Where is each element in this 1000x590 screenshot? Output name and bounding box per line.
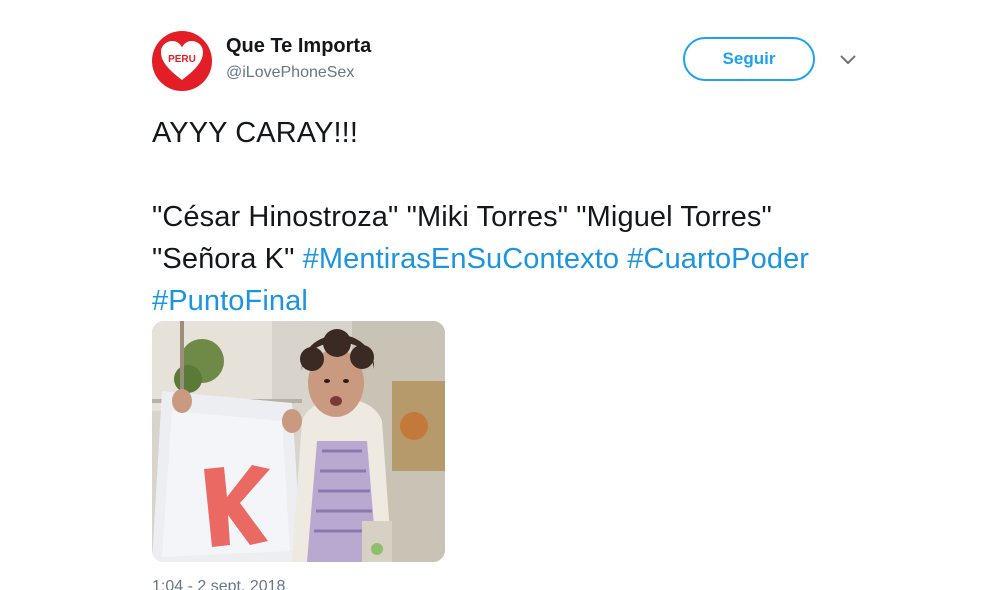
media-illustration [152,321,445,562]
chevron-down-icon [840,55,856,64]
hashtag-punto-final[interactable]: #PuntoFinal [152,285,308,317]
tweet-text: AYYY CARAY!!! "César Hinostroza" "Miki T… [152,112,852,322]
hashtag-mentiras[interactable]: #MentirasEnSuContexto [303,243,619,275]
display-name[interactable]: Que Te Importa [226,35,371,58]
avatar-text: PERU [168,54,196,65]
heart-icon: PERU [161,41,203,80]
avatar[interactable]: PERU [152,31,212,91]
tweet-media-image[interactable] [152,321,445,562]
tweet-card: PERU Que Te Importa @iLovePhoneSex Segui… [0,0,1000,590]
tweet-line-1: AYYY CARAY!!! [152,117,358,149]
more-options-button[interactable] [836,50,860,70]
hashtag-cuarto-poder[interactable]: #CuartoPoder [627,243,809,275]
follow-button[interactable]: Seguir [683,37,815,81]
tweet-timestamp[interactable]: 1:04 - 2 sept. 2018 [152,578,285,590]
user-handle[interactable]: @iLovePhoneSex [226,64,354,82]
tweet-line-2: "César Hinostroza" "Miki Torres" "Miguel… [152,196,852,322]
